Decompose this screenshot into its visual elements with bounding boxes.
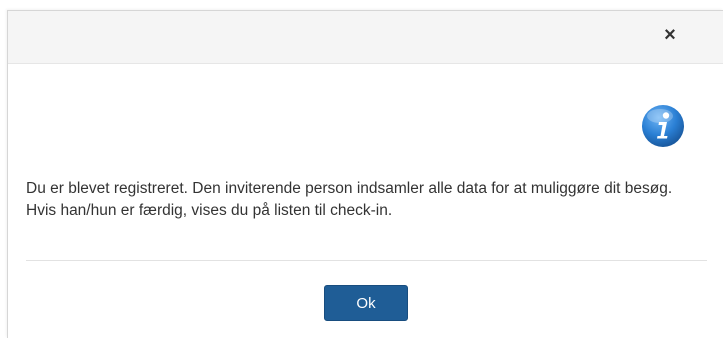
info-icon (642, 105, 684, 147)
divider (26, 260, 707, 261)
dialog-message: Du er blevet registreret. Den inviterend… (26, 180, 673, 219)
registration-dialog: × Du er blevet registreret. Den invitere… (7, 10, 723, 338)
close-button[interactable]: × (659, 24, 681, 46)
dialog-header: × (8, 11, 723, 64)
ok-button[interactable]: Ok (324, 285, 408, 321)
close-icon: × (664, 24, 676, 46)
